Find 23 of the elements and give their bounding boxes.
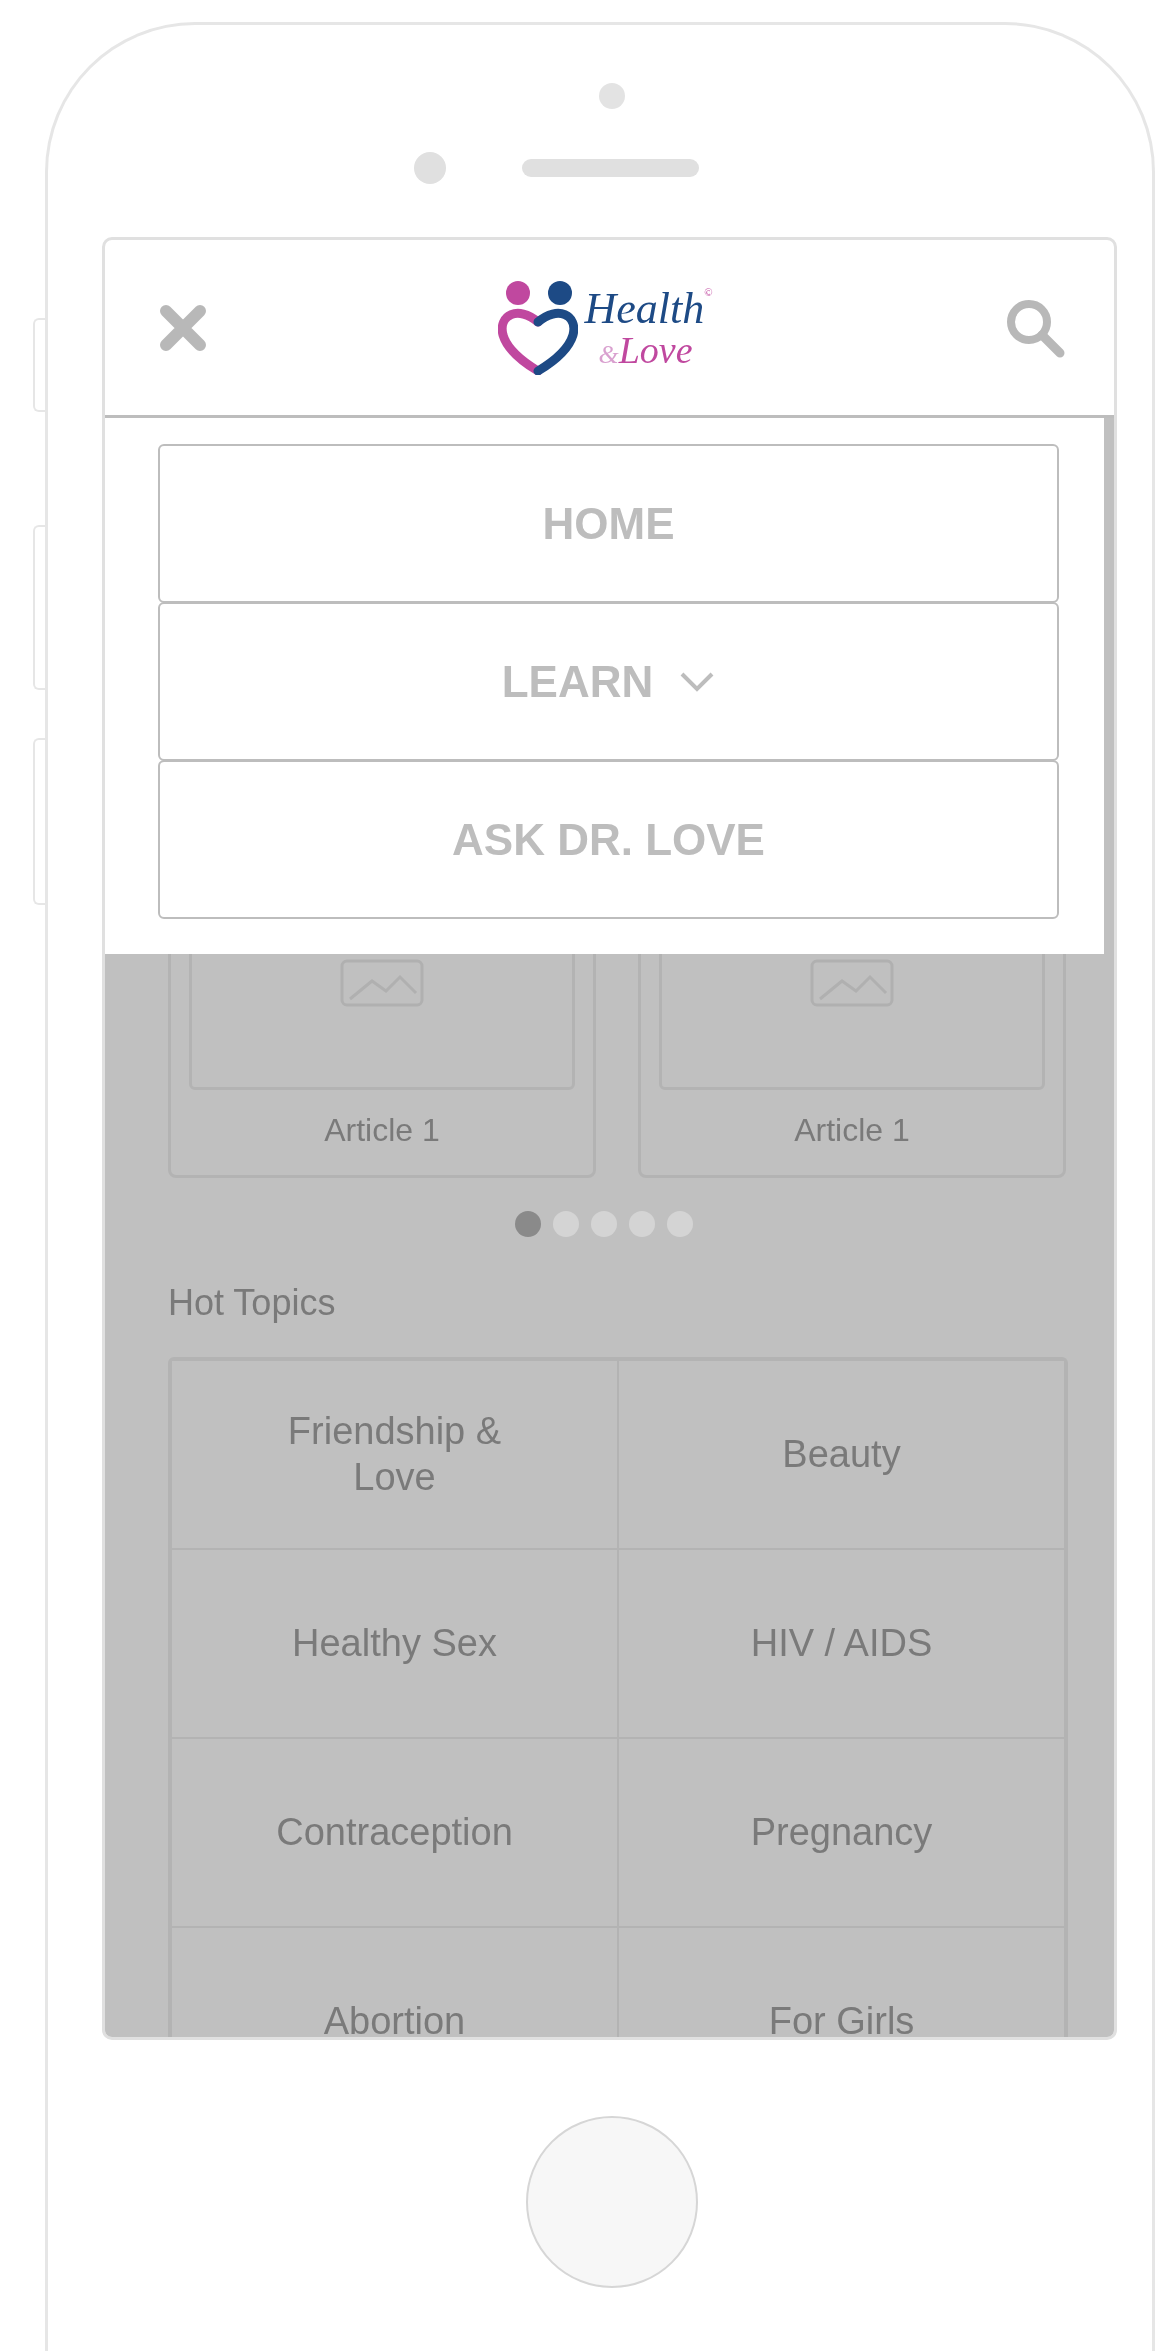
article-title: Article 1 (794, 1114, 910, 1146)
menu-item[interactable]: ASK DR. LOVE (158, 760, 1059, 919)
menu-item[interactable]: HOME (158, 444, 1059, 603)
topic-tile[interactable]: Contraception (171, 1738, 618, 1927)
topic-tile[interactable]: HIV / AIDS (618, 1549, 1065, 1738)
logo-ampersand: & (598, 341, 619, 368)
camera-dot (599, 83, 625, 109)
logo-icon (498, 280, 579, 375)
copyright-mark: © (704, 286, 713, 298)
section-heading: Hot Topics (168, 1285, 337, 1321)
topic-tile[interactable]: For Girls (618, 1927, 1065, 2037)
topic-tile[interactable]: Abortion (171, 1927, 618, 2037)
sensor-dot (414, 152, 446, 184)
topic-tile[interactable]: Beauty (618, 1360, 1065, 1549)
topic-tile[interactable]: Friendship & Love (171, 1360, 618, 1549)
menu-item[interactable]: LEARN (158, 602, 1059, 761)
topic-tile[interactable]: Pregnancy (618, 1738, 1065, 1927)
logo-title: Health (584, 286, 705, 331)
carousel-dot[interactable] (515, 1211, 541, 1237)
article-title: Article 1 (324, 1114, 440, 1146)
close-icon[interactable] (159, 303, 207, 352)
topic-tile[interactable]: Healthy Sex (171, 1549, 618, 1738)
logo-subtitle: Love (618, 330, 693, 369)
